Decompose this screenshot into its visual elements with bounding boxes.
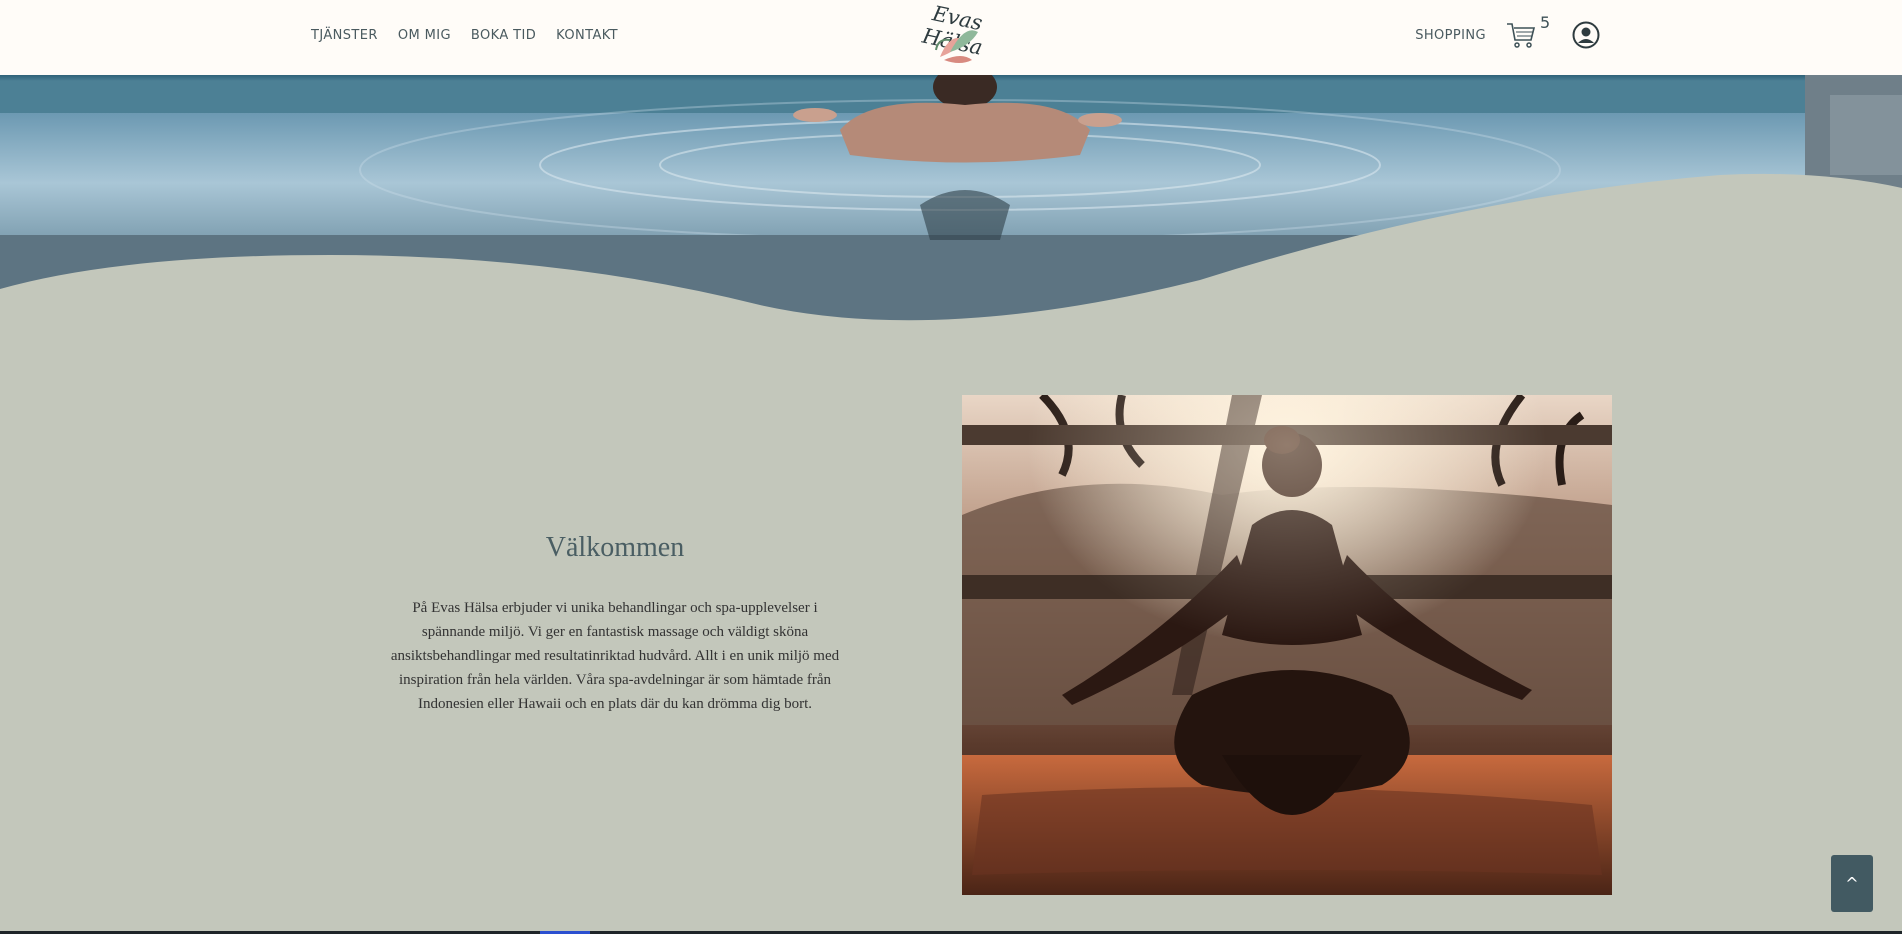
nav-shopping[interactable]: SHOPPING: [1415, 28, 1486, 43]
nav-boka-tid[interactable]: BOKA TID: [471, 28, 536, 43]
meditation-image: [962, 395, 1612, 895]
main-nav: TJÄNSTER OM MIG BOKA TID KONTAKT: [311, 0, 618, 70]
site-logo[interactable]: Evas Hälsa: [910, 1, 1000, 70]
user-circle-icon[interactable]: [1572, 21, 1600, 49]
welcome-title: Välkommen: [545, 532, 685, 563]
nav-tjanster[interactable]: TJÄNSTER: [311, 28, 378, 43]
logo-flower-icon: [935, 30, 978, 63]
cart-button[interactable]: 5: [1506, 13, 1550, 49]
hero-image: [0, 75, 1902, 325]
meditation-illustration: [962, 395, 1612, 895]
hero-pool-illustration: [0, 75, 1902, 325]
site-header: TJÄNSTER OM MIG BOKA TID KONTAKT Evas Hä…: [0, 0, 1902, 75]
cart-count: 5: [1540, 13, 1551, 32]
back-to-top-button[interactable]: ^: [1831, 855, 1873, 912]
nav-om-mig[interactable]: OM MIG: [398, 28, 451, 43]
nav-kontakt[interactable]: KONTAKT: [556, 28, 618, 43]
shopping-cart-icon: [1507, 23, 1536, 48]
nav-right: SHOPPING 5: [1415, 0, 1600, 70]
welcome-text: På Evas Hälsa erbjuder vi unika behandli…: [390, 600, 840, 712]
